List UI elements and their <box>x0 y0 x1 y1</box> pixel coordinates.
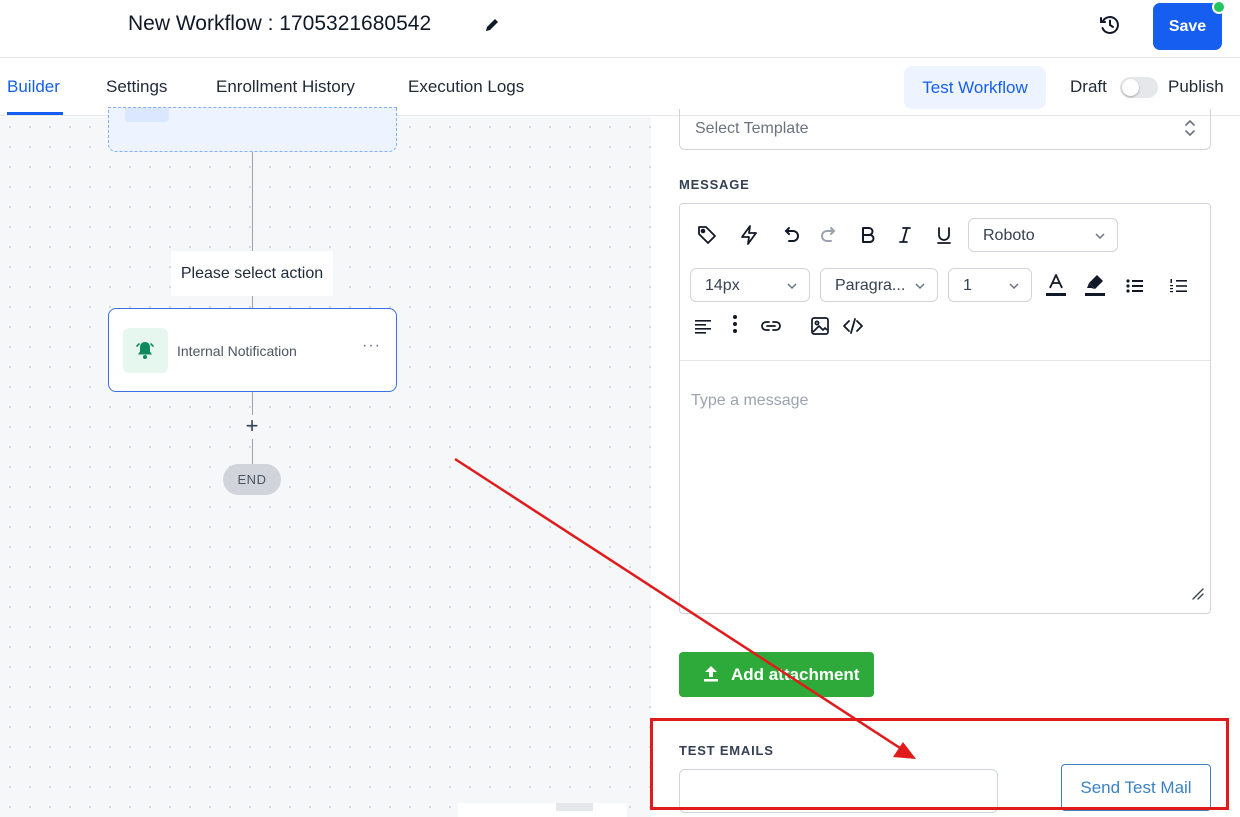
upload-icon <box>703 665 719 688</box>
lightning-icon[interactable] <box>736 222 762 248</box>
message-body[interactable]: Type a message <box>691 392 808 410</box>
connector-line <box>252 296 253 308</box>
end-node: END <box>223 464 281 495</box>
workflow-canvas[interactable]: Please select action Internal Notificati… <box>0 107 651 817</box>
line-height-value: 1 <box>963 277 972 294</box>
updown-chevron-icon <box>1184 118 1196 143</box>
link-icon[interactable] <box>758 313 784 339</box>
header: New Workflow : 1705321680542 Save <box>0 0 1240 58</box>
tag-icon[interactable] <box>694 222 720 248</box>
trigger-node[interactable] <box>108 107 397 152</box>
publish-toggle[interactable] <box>1120 77 1158 98</box>
font-family-value: Roboto <box>983 227 1035 244</box>
chevron-down-icon <box>785 279 799 298</box>
more-horizontal-icon[interactable]: ··· <box>362 337 381 355</box>
chevron-down-icon <box>913 279 927 298</box>
toggle-knob <box>1122 79 1139 96</box>
add-step-button[interactable]: + <box>243 415 261 437</box>
status-dot <box>1212 0 1226 14</box>
bell-icon <box>123 328 168 373</box>
resize-handle-icon[interactable] <box>1190 586 1204 605</box>
image-icon[interactable] <box>807 313 833 339</box>
numbered-list-icon[interactable] <box>1166 273 1192 299</box>
font-size-select[interactable]: 14px <box>690 268 810 302</box>
code-icon[interactable] <box>840 313 866 339</box>
chevron-down-icon <box>1093 229 1107 248</box>
save-button[interactable]: Save <box>1153 3 1222 50</box>
connector-line <box>252 392 253 415</box>
tab-builder[interactable]: Builder <box>7 77 60 97</box>
block-format-value: Paragra... <box>835 277 906 294</box>
tab-settings[interactable]: Settings <box>106 77 167 97</box>
bullet-list-icon[interactable] <box>1122 273 1148 299</box>
pencil-icon[interactable] <box>482 15 502 35</box>
trigger-icon <box>125 108 169 122</box>
template-select-placeholder: Select Template <box>695 120 809 137</box>
action-label: Internal Notification <box>177 343 297 359</box>
editor-divider <box>680 360 1210 361</box>
workflow-title: New Workflow : 1705321680542 <box>128 12 432 35</box>
history-icon[interactable] <box>1098 13 1122 37</box>
font-family-select[interactable]: Roboto <box>968 218 1118 252</box>
tab-enrollment-history[interactable]: Enrollment History <box>216 77 355 97</box>
block-format-select[interactable]: Paragra... <box>820 268 938 302</box>
italic-icon[interactable] <box>892 222 918 248</box>
tab-execution-logs[interactable]: Execution Logs <box>408 77 524 97</box>
publish-label: Publish <box>1168 77 1224 96</box>
font-size-value: 14px <box>705 277 740 294</box>
connector-line <box>252 439 253 464</box>
underline-icon[interactable] <box>931 222 957 248</box>
active-tab-indicator <box>7 112 63 115</box>
annotation-highlight-box <box>650 718 1229 810</box>
canvas-scrollbar[interactable] <box>458 803 627 817</box>
chevron-down-icon <box>1007 279 1021 298</box>
add-attachment-label: Add attachment <box>731 665 860 684</box>
connector-line <box>252 152 253 251</box>
draft-label: Draft <box>1070 77 1107 96</box>
action-node-internal-notification[interactable]: Internal Notification ··· <box>108 308 397 392</box>
undo-icon[interactable] <box>778 222 804 248</box>
select-action-label[interactable]: Please select action <box>171 251 333 296</box>
add-attachment-button[interactable]: Add attachment <box>679 652 874 697</box>
redo-icon[interactable] <box>816 222 842 248</box>
text-color-icon[interactable] <box>1043 272 1069 298</box>
line-height-select[interactable]: 1 <box>948 268 1032 302</box>
scrollbar-thumb[interactable] <box>556 803 593 811</box>
bold-icon[interactable] <box>855 222 881 248</box>
template-select[interactable]: Select Template <box>679 109 1211 150</box>
message-editor: Roboto 14px Paragra... 1 Type a message <box>679 203 1211 614</box>
more-vertical-icon[interactable] <box>722 311 748 337</box>
message-label: MESSAGE <box>679 177 750 192</box>
test-workflow-button[interactable]: Test Workflow <box>904 66 1046 109</box>
align-left-icon[interactable] <box>690 313 716 339</box>
highlight-icon[interactable] <box>1082 272 1108 298</box>
action-config-panel: Select Template MESSAGE Roboto 14px Para… <box>651 109 1240 817</box>
